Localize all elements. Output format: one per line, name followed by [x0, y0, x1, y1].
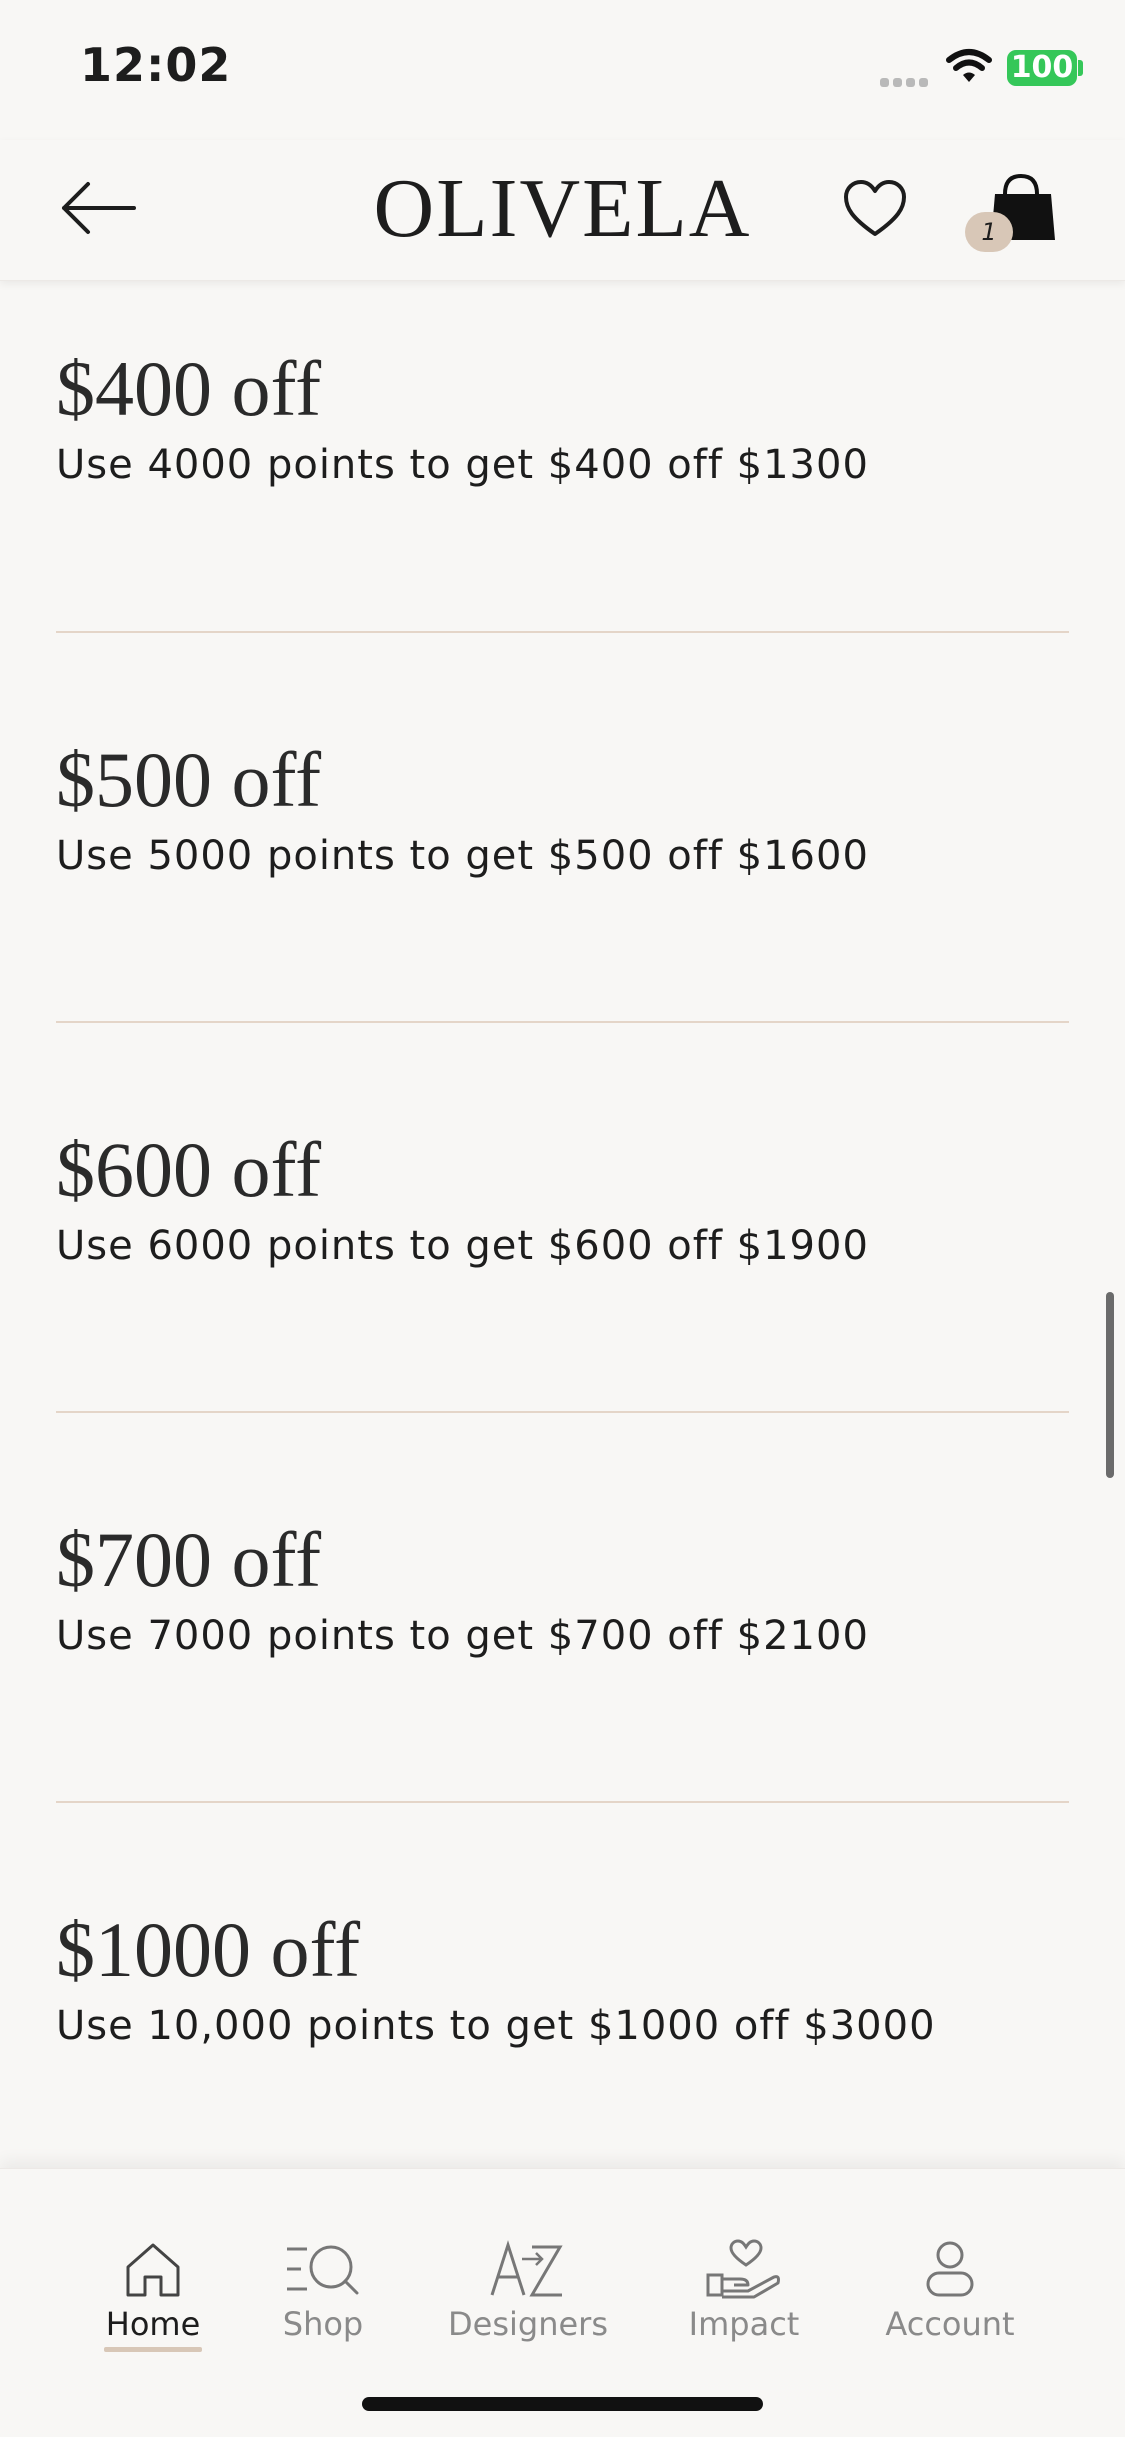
- tab-impact[interactable]: Impact: [654, 2239, 834, 2349]
- tab-label: Shop: [282, 2305, 364, 2343]
- tab-label: Account: [885, 2305, 1015, 2343]
- brand-logo[interactable]: OLIVELA: [0, 160, 1125, 257]
- offer-title: $1000 off: [56, 1906, 361, 1993]
- offer-description: Use 6000 points to get $600 off $1900: [56, 1223, 869, 1269]
- divider: [56, 631, 1069, 633]
- offer-title: $500 off: [56, 736, 322, 823]
- offer-description: Use 5000 points to get $500 off $1600: [56, 833, 869, 879]
- offer-title: $700 off: [56, 1516, 322, 1603]
- offer-item[interactable]: $400 off Use 4000 points to get $400 off…: [56, 344, 1069, 492]
- offer-description: Use 4000 points to get $400 off $1300: [56, 442, 869, 488]
- scrollbar[interactable]: [1106, 1292, 1114, 1478]
- tab-account[interactable]: Account: [860, 2239, 1040, 2349]
- status-bar: 12:02 100: [0, 0, 1125, 140]
- wishlist-button[interactable]: [842, 178, 908, 240]
- offer-item[interactable]: $500 off Use 5000 points to get $500 off…: [56, 735, 1069, 883]
- offer-item[interactable]: $1000 off Use 10,000 points to get $1000…: [56, 1905, 956, 2053]
- tab-shop[interactable]: Shop: [233, 2239, 413, 2349]
- divider: [56, 1411, 1069, 1413]
- bag-count-badge: 1: [965, 212, 1013, 252]
- status-time: 12:02: [80, 38, 232, 92]
- divider: [56, 1021, 1069, 1023]
- divider: [56, 1801, 1069, 1803]
- tab-label: Home: [105, 2305, 201, 2343]
- offer-item[interactable]: $600 off Use 6000 points to get $600 off…: [56, 1125, 1069, 1273]
- offer-description: Use 10,000 points to get $1000 off $3000: [56, 2003, 936, 2049]
- offer-item[interactable]: $700 off Use 7000 points to get $700 off…: [56, 1515, 1069, 1663]
- offer-description: Use 7000 points to get $700 off $2100: [56, 1613, 869, 1659]
- home-icon: [126, 2243, 180, 2297]
- active-tab-indicator: [104, 2347, 202, 2352]
- tab-label: Designers: [448, 2305, 608, 2343]
- battery-indicator: 100: [1007, 50, 1077, 86]
- heart-icon: [844, 180, 906, 236]
- tab-home[interactable]: Home: [63, 2239, 243, 2352]
- cellular-signal-icon: [880, 72, 932, 91]
- tab-label: Impact: [688, 2305, 800, 2343]
- shopping-bag-button[interactable]: 1: [965, 170, 1057, 252]
- heart-hand-icon: [706, 2239, 780, 2299]
- wifi-icon: [946, 49, 992, 82]
- bottom-tab-bar: Home Shop Designers Impact Account: [0, 2168, 1125, 2437]
- person-icon: [926, 2241, 974, 2297]
- battery-tip: [1078, 60, 1083, 76]
- a-z-icon: [490, 2240, 563, 2297]
- tab-designers[interactable]: Designers: [438, 2239, 618, 2349]
- home-indicator[interactable]: [362, 2397, 763, 2411]
- offer-title: $600 off: [56, 1126, 322, 1213]
- app-header: OLIVELA 1: [0, 140, 1125, 281]
- shop-search-icon: [287, 2245, 359, 2295]
- offer-title: $400 off: [56, 345, 322, 432]
